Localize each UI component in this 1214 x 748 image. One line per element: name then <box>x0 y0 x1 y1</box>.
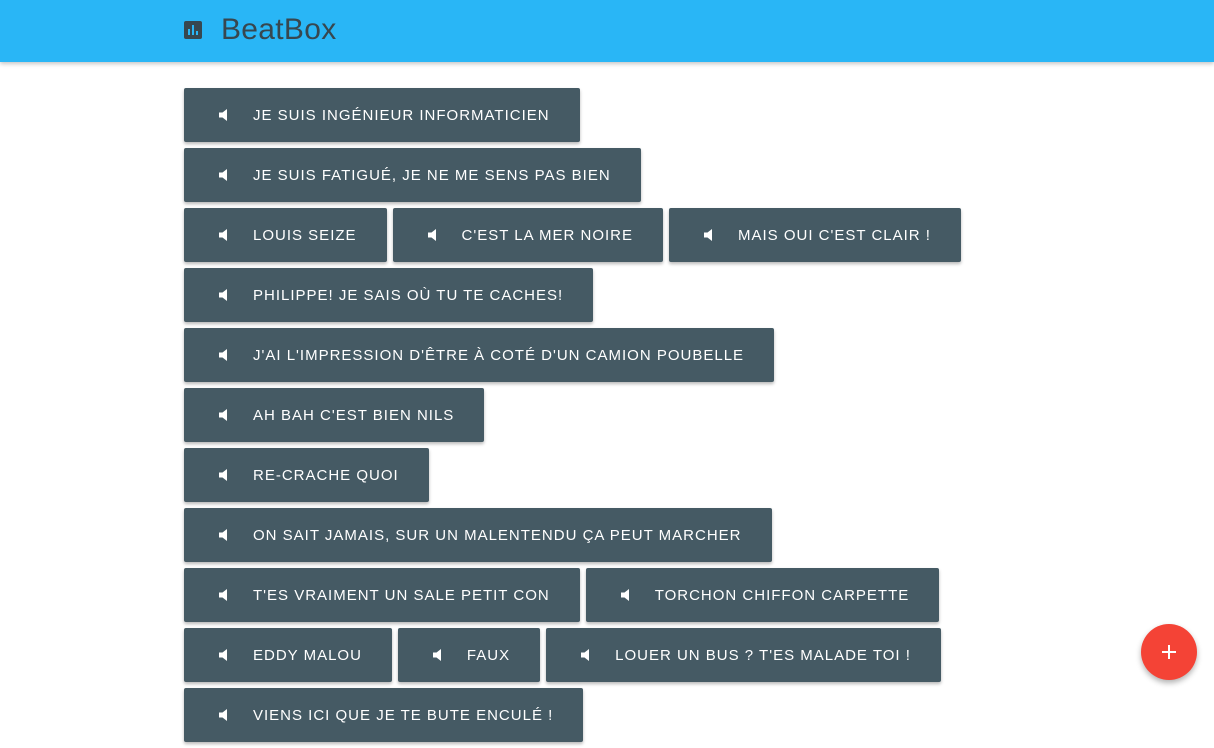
sound-button-grid: Je suis ingénieur informaticien Je suis … <box>184 88 1024 748</box>
sound-button-label: Re-crache quoi <box>253 466 399 484</box>
sound-button[interactable]: Mais oui c'est clair ! <box>669 208 961 262</box>
volume-icon <box>219 349 227 361</box>
sound-button-label: Philippe! Je sais où tu te caches! <box>253 286 564 304</box>
volume-icon <box>219 709 227 721</box>
sound-button[interactable]: Louer un bus ? T'es malade toi ! <box>546 628 941 682</box>
sound-button-label: Torchon chiffon carpette <box>654 586 910 604</box>
sound-button-label: Louis Seize <box>253 226 357 244</box>
sound-button[interactable]: Torchon chiffon carpette <box>585 568 940 622</box>
equalizer-icon <box>184 21 202 39</box>
sound-button[interactable]: C'est la mer noire <box>392 208 663 262</box>
volume-icon <box>219 649 227 661</box>
sound-button[interactable]: Je suis fatigué, je ne me sens pas bien <box>184 148 641 202</box>
volume-icon <box>704 229 712 241</box>
app-toolbar: BeatBox <box>0 0 1214 62</box>
volume-icon <box>219 469 227 481</box>
volume-icon <box>620 589 629 601</box>
sound-button-label: On sait jamais, sur un malentendu ça peu… <box>253 526 742 544</box>
volume-icon <box>219 529 227 541</box>
sound-button[interactable]: T'es vraiment un sale petit con <box>184 568 580 622</box>
volume-icon <box>219 409 227 421</box>
sound-button-label: C'est la mer noire <box>461 226 633 244</box>
sound-button-label: Faux <box>466 646 511 664</box>
sound-button[interactable]: Ah bah c'est bien Nils <box>184 388 485 442</box>
sound-button-label: Je suis ingénieur informaticien <box>253 106 550 124</box>
sound-button[interactable]: Je suis ingénieur informaticien <box>184 88 580 142</box>
sound-button-label: J'ai l'impression d'être à coté d'un cam… <box>253 346 745 364</box>
sound-button[interactable]: Viens ici que je te bute enculé ! <box>184 688 584 742</box>
sound-button-label: Je suis fatigué, je ne me sens pas bien <box>253 166 611 184</box>
sound-button[interactable]: J'ai l'impression d'être à coté d'un cam… <box>184 328 775 382</box>
sound-button-label: Ah bah c'est bien Nils <box>253 406 455 424</box>
sound-button[interactable]: Eddy Malou <box>184 628 392 682</box>
volume-icon <box>427 229 436 241</box>
sound-button[interactable]: On sait jamais, sur un malentendu ça peu… <box>184 508 772 562</box>
sound-button-label: Eddy Malou <box>253 646 362 664</box>
volume-icon <box>219 589 227 601</box>
sound-button-label: Mais oui c'est clair ! <box>738 226 931 244</box>
sound-button[interactable]: Faux <box>397 628 541 682</box>
app-title: BeatBox <box>221 13 337 46</box>
sound-button[interactable]: Re-crache quoi <box>184 448 429 502</box>
volume-icon <box>219 169 227 181</box>
volume-icon <box>219 289 227 301</box>
add-sound-button[interactable] <box>1141 624 1197 680</box>
volume-icon <box>581 649 590 661</box>
sound-button-label: Viens ici que je te bute enculé ! <box>253 706 554 724</box>
sound-button[interactable]: Louis Seize <box>184 208 387 262</box>
sound-button-label: T'es vraiment un sale petit con <box>253 586 550 604</box>
add-icon <box>1162 645 1176 659</box>
volume-icon <box>432 649 441 661</box>
sound-button-label: Louer un bus ? T'es malade toi ! <box>615 646 911 664</box>
volume-icon <box>219 109 227 121</box>
volume-icon <box>219 229 227 241</box>
sound-button[interactable]: Philippe! Je sais où tu te caches! <box>184 268 594 322</box>
